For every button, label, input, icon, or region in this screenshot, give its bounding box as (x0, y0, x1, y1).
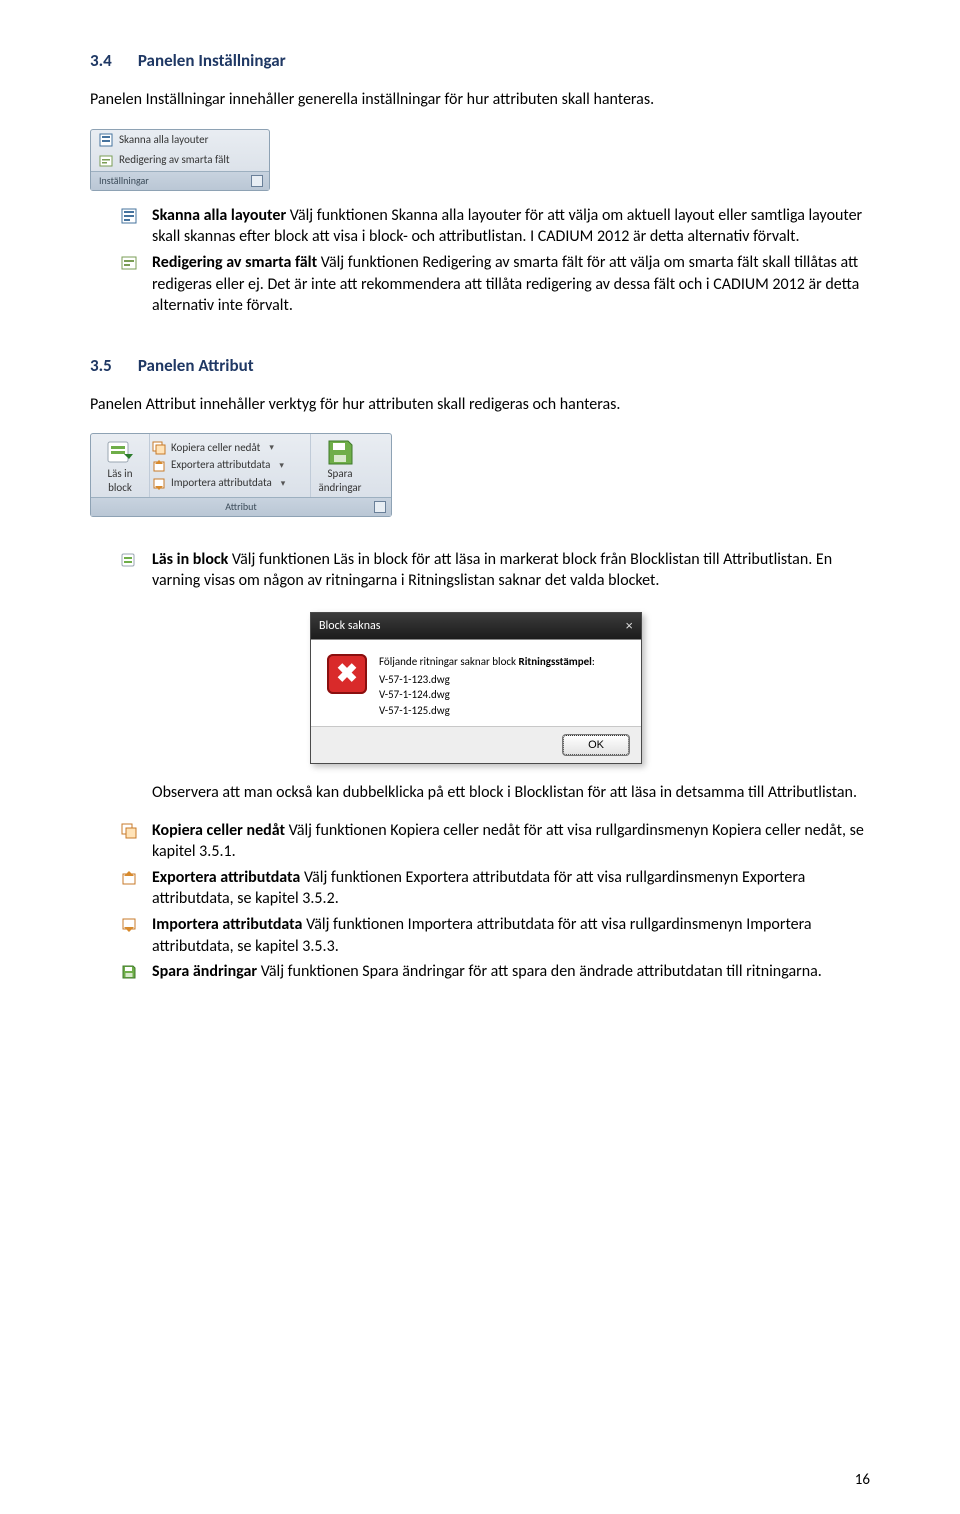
section-3-5-heading: 3.5 Panelen Attribut (90, 355, 870, 378)
section-title: Panelen Attribut (138, 355, 254, 376)
ribbon-button-las-in-block[interactable]: Läs in block (91, 434, 149, 497)
bullet-text: Välj funktionen Läs in block för att läs… (152, 550, 832, 591)
ribbon-label: Läs in (108, 468, 133, 480)
file-line: V-57-1-124.dwg (379, 687, 595, 702)
ribbon-footer: Inställningar (91, 171, 269, 190)
import-icon (152, 477, 166, 491)
ribbon-footer-label: Attribut (225, 500, 257, 514)
file-line: V-57-1-123.dwg (379, 672, 595, 687)
smart-fields-icon (99, 154, 113, 168)
bullet-title: Kopiera celler nedåt (152, 821, 285, 840)
ribbon-label: Kopiera celler nedåt (171, 441, 260, 456)
dialog-message: Följande ritningar saknar block Ritnings… (379, 654, 595, 719)
ribbon-item-kopiera[interactable]: Kopiera celler nedåt ▾ (152, 440, 302, 457)
list-item: Redigering av smarta fält Välj funktione… (120, 252, 870, 317)
section-3-4-heading: 3.4 Panelen Inställningar (90, 50, 870, 73)
ribbon-item-redigering[interactable]: Redigering av smarta fält (91, 150, 269, 171)
ribbon-footer-label: Inställningar (99, 174, 149, 188)
dialog-titlebar: Block saknas × (311, 613, 641, 639)
dialog-title: Block saknas (319, 618, 381, 634)
ribbon-label: Skanna alla layouter (119, 133, 208, 148)
list-item: Importera attributdata Välj funktionen I… (120, 914, 870, 957)
close-icon[interactable]: × (625, 617, 633, 635)
export-icon (152, 459, 166, 473)
bullet-title: Läs in block (152, 550, 228, 569)
bullet-title: Exportera attributdata (152, 868, 300, 887)
error-icon: ✖ (327, 654, 367, 694)
ribbon-label: Importera attributdata (171, 476, 272, 491)
observera-text: Observera att man också kan dubbelklicka… (90, 782, 870, 804)
read-block-icon (120, 551, 138, 569)
layout-scan-icon (120, 207, 138, 225)
dialog-launcher-icon[interactable] (374, 501, 386, 513)
ribbon-item-skanna[interactable]: Skanna alla layouter (91, 130, 269, 151)
smart-fields-icon (120, 254, 138, 272)
ribbon-button-spara[interactable]: Spara ändringar (311, 434, 369, 497)
copy-down-icon (120, 822, 138, 840)
ribbon-label: Spara (328, 468, 353, 480)
ribbon-panel-installningar: Skanna alla layouter Redigering av smart… (90, 129, 270, 191)
list-item: Exportera attributdata Välj funktionen E… (120, 867, 870, 910)
chevron-down-icon: ▾ (281, 478, 286, 490)
section-3-5-intro: Panelen Attribut innehåller verktyg för … (90, 394, 870, 416)
bullet-title: Spara ändringar (152, 962, 257, 981)
ribbon-footer: Attribut (91, 497, 391, 516)
section-title: Panelen Inställningar (138, 50, 286, 71)
save-icon (120, 963, 138, 981)
export-icon (120, 869, 138, 887)
section-3-4-intro: Panelen Inställningar innehåller generel… (90, 89, 870, 111)
ribbon-label: Redigering av smarta fält (119, 153, 230, 168)
list-item: Spara ändringar Välj funktionen Spara än… (120, 961, 870, 983)
inst-bullet-list: Skanna alla layouter Välj funktionen Ska… (90, 205, 870, 317)
import-icon (120, 916, 138, 934)
section-number: 3.4 (90, 50, 134, 73)
layout-scan-icon (99, 133, 113, 147)
bullet-title: Importera attributdata (152, 915, 302, 934)
ribbon-item-exportera[interactable]: Exportera attributdata ▾ (152, 457, 302, 474)
ok-button[interactable]: OK (563, 735, 629, 755)
bullet-title: Skanna alla layouter (152, 206, 286, 225)
file-line: V-57-1-125.dwg (379, 703, 595, 718)
ribbon-label: ändringar (318, 482, 361, 494)
section-number: 3.5 (90, 355, 134, 378)
list-item: Läs in block Välj funktionen Läs in bloc… (120, 549, 870, 592)
dialog-block-saknas: Block saknas × ✖ Följande ritningar sakn… (310, 612, 642, 764)
msg-suffix: : (592, 655, 595, 668)
attr-bullet-list-1: Läs in block Välj funktionen Läs in bloc… (90, 549, 870, 592)
chevron-down-icon: ▾ (279, 460, 284, 472)
chevron-down-icon: ▾ (269, 442, 274, 454)
page-number: 16 (855, 1470, 870, 1490)
list-item: Skanna alla layouter Välj funktionen Ska… (120, 205, 870, 248)
attr-bullet-list-2: Kopiera celler nedåt Välj funktionen Kop… (90, 820, 870, 983)
ribbon-label: block (108, 482, 132, 494)
msg-bold: Ritningsstämpel (519, 655, 592, 668)
list-item: Kopiera celler nedåt Välj funktionen Kop… (120, 820, 870, 863)
copy-down-icon (152, 441, 166, 455)
ribbon-item-importera[interactable]: Importera attributdata ▾ (152, 475, 302, 492)
save-icon (326, 438, 354, 466)
dialog-launcher-icon[interactable] (251, 175, 263, 187)
ribbon-panel-attribut: Läs in block Kopiera celler nedåt ▾ Expo… (90, 433, 392, 517)
ribbon-label: Exportera attributdata (171, 458, 270, 473)
bullet-title: Redigering av smarta fält (152, 253, 317, 272)
read-block-icon (106, 438, 134, 466)
bullet-text: Välj funktionen Spara ändringar för att … (257, 962, 822, 981)
msg-prefix: Följande ritningar saknar block (379, 655, 519, 668)
